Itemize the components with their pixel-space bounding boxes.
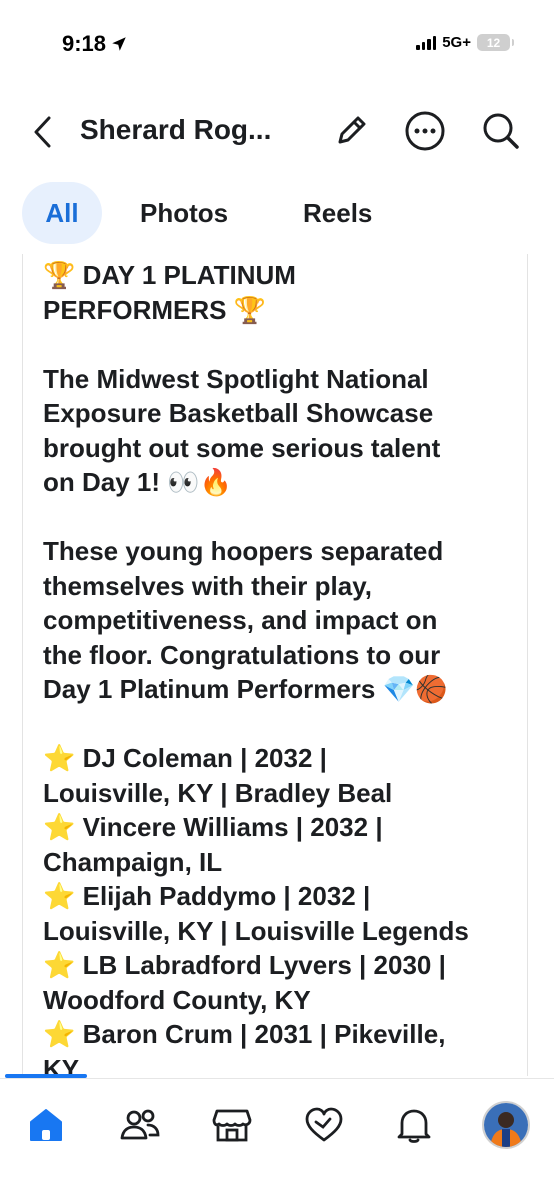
status-time-text: 9:18	[62, 31, 107, 56]
search-button[interactable]	[478, 108, 524, 154]
tab-photos[interactable]: Photos	[140, 182, 228, 244]
tab-bar: All Photos Reels	[0, 182, 554, 244]
nav-notifications[interactable]	[390, 1101, 438, 1149]
search-icon	[483, 113, 519, 149]
nav-home[interactable]	[22, 1101, 70, 1149]
profile-avatar[interactable]	[482, 1101, 530, 1149]
bell-icon	[397, 1109, 431, 1143]
edit-button[interactable]	[328, 108, 374, 154]
bottom-nav	[0, 1078, 554, 1199]
status-bar: 9:18 5G+ 12	[0, 0, 554, 90]
nav-friends[interactable]	[116, 1101, 164, 1149]
tab-reels[interactable]: Reels	[303, 182, 372, 244]
heart-icon	[305, 1107, 343, 1142]
status-indicators: 5G+ 12	[416, 34, 514, 51]
nav-marketplace[interactable]	[208, 1101, 256, 1149]
network-type: 5G+	[442, 34, 471, 51]
marketplace-icon	[212, 1109, 252, 1142]
avatar-image	[484, 1103, 528, 1147]
more-options-button[interactable]	[402, 108, 448, 154]
post-text: 🏆 DAY 1 PLATINUM PERFORMERS 🏆 The Midwes…	[43, 260, 469, 1076]
location-arrow-icon	[112, 37, 126, 51]
chevron-left-icon	[34, 116, 51, 148]
tab-all[interactable]: All	[22, 182, 102, 244]
battery-level: 12	[486, 35, 501, 50]
nav-dating[interactable]	[300, 1101, 348, 1149]
signal-icon	[416, 35, 437, 50]
page-title: Sherard Rog...	[80, 114, 272, 145]
page-header: Sherard Rog...	[0, 100, 554, 162]
pencil-icon	[338, 116, 366, 144]
more-icon	[405, 111, 445, 151]
post-card[interactable]: 🏆 DAY 1 PLATINUM PERFORMERS 🏆 The Midwes…	[22, 254, 528, 1076]
home-icon	[30, 1109, 62, 1141]
back-button[interactable]	[24, 112, 60, 152]
status-time: 9:18	[62, 31, 128, 57]
battery-icon: 12	[477, 34, 514, 51]
friends-icon	[120, 1109, 160, 1140]
